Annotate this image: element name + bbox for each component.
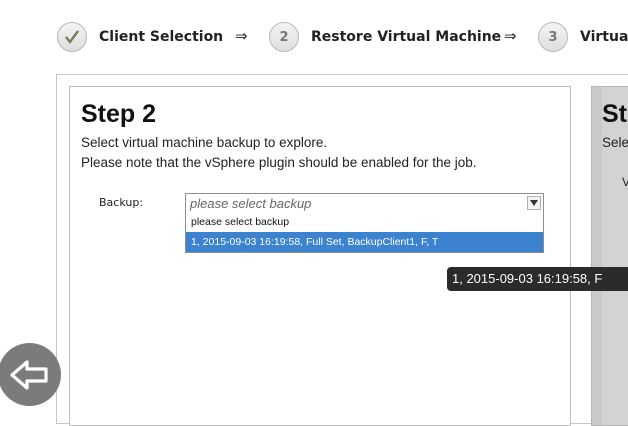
backup-select-value: please select backup [190,196,312,211]
backup-options-list: please select backup 1, 2015-09-03 16:19… [185,212,544,253]
step-number-badge: 2 [269,22,299,52]
wizard-step-client-selection[interactable]: Client Selection [57,21,223,53]
next-step-panel: St Sele V [591,86,628,426]
wizard-step-label: Virtual [580,29,628,45]
backup-select[interactable]: please select backup [185,193,544,213]
step-description: Select virtual machine backup to explore… [81,135,328,150]
step-separator-arrow: ⇒ [504,27,517,45]
option-tooltip: 1, 2015-09-03 16:19:58, F [447,267,628,291]
backup-option[interactable]: please select backup [186,212,543,232]
backup-label: Backup: [99,196,144,209]
chevron-down-icon[interactable] [527,196,541,210]
checkmark-icon [57,22,87,52]
next-step-title: St [602,100,627,128]
step-note: Please note that the vSphere plugin shou… [81,155,477,170]
step-title: Step 2 [81,100,157,128]
step-number-badge: 3 [538,22,568,52]
back-arrow-icon [9,359,48,390]
wizard-step-label: Restore Virtual Machine [311,29,502,45]
back-button[interactable] [0,343,61,406]
backup-option-selected[interactable]: 1, 2015-09-03 16:19:58, Full Set, Backup… [186,232,543,252]
next-step-description: Sele [602,135,628,150]
wizard-steps: Client Selection ⇒ 2 Restore Virtual Mac… [0,0,628,74]
wizard-step-label: Client Selection [99,29,224,45]
step-2-panel: Step 2 Select virtual machine backup to … [69,86,571,426]
step-separator-arrow: ⇒ [235,27,248,45]
wizard-step-restore-virtual-machine[interactable]: 2 Restore Virtual Machine [269,21,501,53]
wizard-step-virtual[interactable]: 3 Virtual [538,21,628,53]
next-step-label: V [622,175,628,189]
